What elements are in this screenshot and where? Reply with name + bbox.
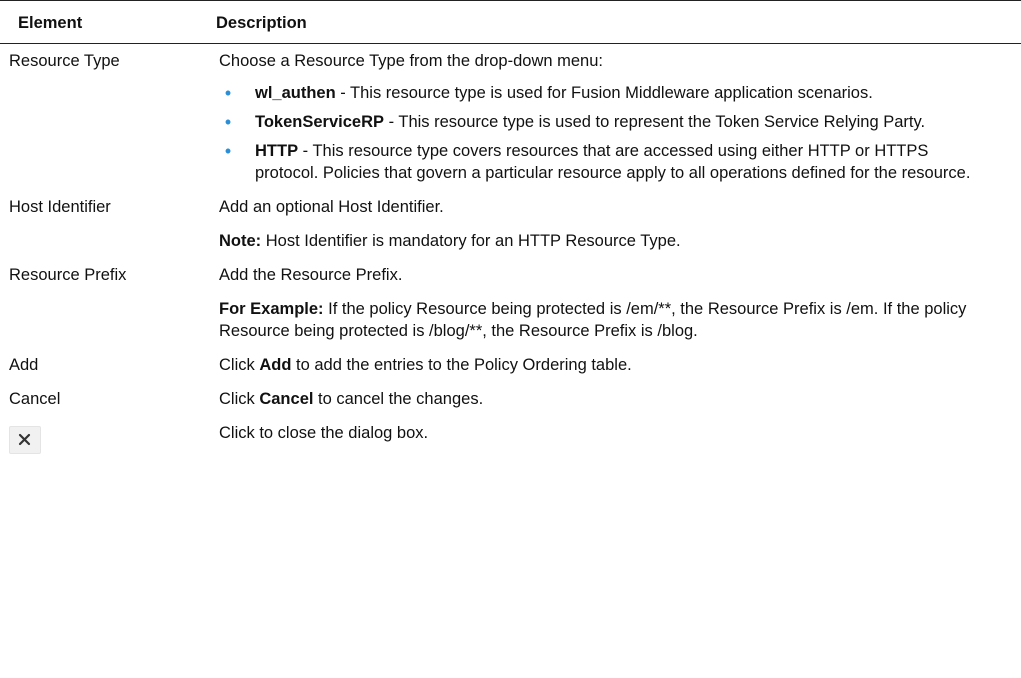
host-identifier-text: Add an optional Host Identifier. (219, 198, 444, 216)
header-description: Description (208, 0, 1021, 44)
list-item-term: TokenServiceRP (255, 113, 385, 131)
cancel-post: to cancel the changes. (313, 390, 484, 408)
table-row-resource-type: Resource Type Choose a Resource Type fro… (0, 44, 1021, 191)
resource-prefix-example: For Example: If the policy Resource bein… (219, 298, 981, 342)
list-item: • HTTP - This resource type covers resou… (219, 140, 981, 184)
bullet-icon: • (224, 83, 232, 103)
element-cell (0, 416, 208, 466)
element-cell: Add (9, 356, 39, 374)
description-cell: Add an optional Host Identifier. Note: H… (208, 190, 1021, 258)
element-cell: Resource Type (9, 52, 120, 70)
add-bold: Add (259, 356, 292, 374)
note-text: Host Identifier is mandatory for an HTTP… (261, 232, 681, 250)
note-label: Note: (219, 232, 262, 250)
list-item-term: wl_authen (255, 84, 336, 102)
cancel-bold: Cancel (259, 390, 314, 408)
table-row-add: Add Click Add to add the entries to the … (0, 348, 1021, 382)
description-cell: Click Add to add the entries to the Poli… (208, 348, 1021, 382)
table-header-row: Element Description (0, 0, 1021, 44)
close-icon[interactable] (9, 426, 41, 454)
list-item-text: - This resource type is used for Fusion … (335, 84, 873, 102)
element-cell: Host Identifier (9, 198, 111, 216)
list-item: • wl_authen - This resource type is used… (219, 82, 981, 104)
description-cell: Click to close the dialog box. (208, 416, 1021, 466)
description-cell: Click Cancel to cancel the changes. (208, 382, 1021, 416)
bullet-icon: • (224, 141, 232, 161)
add-pre: Click (219, 356, 260, 374)
resource-type-list: • wl_authen - This resource type is used… (219, 82, 981, 184)
element-cell: Resource Prefix (9, 266, 127, 284)
add-post: to add the entries to the Policy Orderin… (291, 356, 632, 374)
close-description: Click to close the dialog box. (219, 424, 429, 442)
bullet-icon: • (224, 112, 232, 132)
add-description: Click Add to add the entries to the Poli… (219, 354, 981, 376)
list-item-text: - This resource type covers resources th… (255, 142, 971, 182)
list-item-text: - This resource type is used to represen… (384, 113, 926, 131)
element-description-table: Element Description Resource Type Choose… (0, 0, 1021, 466)
resource-prefix-text: Add the Resource Prefix. (219, 266, 403, 284)
resource-type-intro: Choose a Resource Type from the drop-dow… (219, 52, 603, 70)
element-cell: Cancel (9, 390, 61, 408)
list-item: • TokenServiceRP - This resource type is… (219, 111, 981, 133)
table-row-cancel: Cancel Click Cancel to cancel the change… (0, 382, 1021, 416)
cancel-description: Click Cancel to cancel the changes. (219, 388, 981, 410)
table-row-close: Click to close the dialog box. (0, 416, 1021, 466)
table-row-resource-prefix: Resource Prefix Add the Resource Prefix.… (0, 258, 1021, 348)
example-label: For Example: (219, 300, 324, 318)
description-cell: Choose a Resource Type from the drop-dow… (208, 44, 1021, 191)
header-element: Element (0, 0, 208, 44)
example-text: If the policy Resource being protected i… (219, 300, 967, 340)
list-item-term: HTTP (255, 142, 299, 160)
host-identifier-note: Note: Host Identifier is mandatory for a… (219, 230, 981, 252)
description-cell: Add the Resource Prefix. For Example: If… (208, 258, 1021, 348)
table-row-host-identifier: Host Identifier Add an optional Host Ide… (0, 190, 1021, 258)
close-x-glyph (18, 433, 31, 446)
cancel-pre: Click (219, 390, 260, 408)
